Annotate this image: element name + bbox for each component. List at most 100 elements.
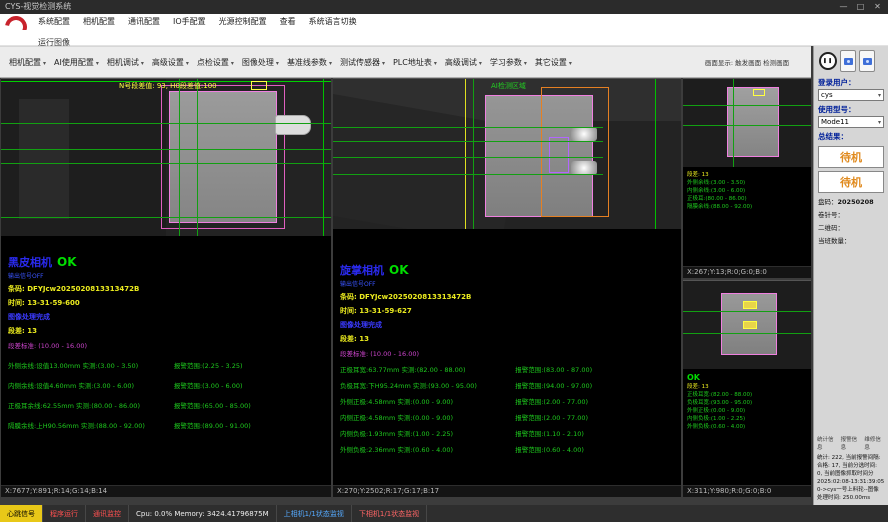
toolbar-plc-address[interactable]: PLC地址表 [389, 54, 441, 71]
pause-button[interactable]: ❚❚ [819, 52, 837, 70]
overlay-line [683, 125, 811, 126]
model-select[interactable]: Mode11 [818, 116, 884, 128]
preview-line: 内侧负极:(1.00 - 2.25) [687, 415, 807, 423]
chevron-down-icon [479, 58, 482, 67]
side-panel: ❚❚ 登录用户： cys 使用型号： Mode11 总结果： 待机 待机 盘码：… [813, 46, 888, 505]
close-icon[interactable]: ✕ [869, 0, 886, 14]
toolbar-label: 相机配置 [9, 57, 41, 68]
led-highlight [571, 127, 597, 141]
chevron-down-icon [569, 58, 572, 67]
camera-record-button[interactable] [859, 50, 875, 72]
menu-view[interactable]: 查看 [280, 14, 296, 30]
toolbar-image-processing[interactable]: 图像处理 [238, 54, 283, 71]
field-value: 20250208 [838, 198, 874, 206]
chevron-down-icon [43, 58, 46, 67]
stats-tab-statistics[interactable]: 统计信息 [817, 436, 838, 452]
overlay-line [473, 79, 474, 229]
toolbar-label: 高级调试 [445, 57, 477, 68]
preview-image[interactable] [683, 79, 811, 167]
measurement-row: 隔膜余线:上H90.56mm 实测:(88.00 - 92.00)报警范围:(8… [8, 420, 327, 430]
camera-icon [863, 58, 872, 65]
chevron-down-icon [276, 58, 279, 67]
toolbar-label: 测试传感器 [340, 57, 380, 68]
stats-tab-maintenance[interactable]: 维修信息 [864, 436, 885, 452]
menu-light-config[interactable]: 光源控制配置 [219, 14, 267, 30]
heartbeat-indicator: 心跳信号 [0, 505, 43, 522]
right-camera-image[interactable]: AI检测区域 [333, 79, 681, 229]
measurement-value: 内侧余线:设值4.60mm 实测:(3.00 - 6.00) [8, 380, 174, 390]
login-user-label: 登录用户： [814, 74, 888, 89]
measurement-row: 外侧正极:4.58mm 实测:(0.00 - 9.00)报警范围:(2.00 -… [340, 396, 677, 406]
overlay-line [683, 333, 811, 334]
menu-io-config[interactable]: IO手配置 [173, 14, 206, 30]
field-shift-count: 当班数量： [814, 232, 888, 245]
toolbar-test-sensor[interactable]: 测试传感器 [336, 54, 389, 71]
chevron-down-icon [524, 58, 527, 67]
model-label: 使用型号： [814, 101, 888, 116]
measurement-row: 内侧余线:设值4.60mm 实测:(3.00 - 6.00)报警范围:(3.00… [8, 380, 327, 390]
alarm-range: 报警范围:(2.00 - 77.00) [515, 396, 588, 406]
camera-title: 黑皮相机 [8, 254, 52, 270]
overlay-box-yellow [753, 89, 765, 96]
measurement-value: 内侧负极:1.93mm 实测:(1.00 - 2.25) [340, 428, 515, 438]
preview-line: 外侧余线:(3.00 - 3.50) [687, 179, 807, 187]
measurement-row: 正极耳余线:62.55mm 实测:(80.00 - 86.00)报警范围:(65… [8, 400, 327, 410]
preview-line: 负极耳宽:(93.00 - 95.00) [687, 399, 807, 407]
measurement-row: 内侧正极:4.58mm 实测:(0.00 - 9.00)报警范围:(2.00 -… [340, 412, 677, 422]
chevron-down-icon [329, 58, 332, 67]
field-reel-number: 卷针号： [814, 206, 888, 219]
overlay-box-yellow [743, 321, 757, 329]
menu-comm-config[interactable]: 通讯配置 [128, 14, 160, 30]
login-user-select[interactable]: cys [818, 89, 884, 101]
preview-readout: 段差: 13 外侧余线:(3.00 - 3.50) 内侧余线:(3.00 - 6… [683, 167, 811, 211]
menu-language-switch[interactable]: 系统语言切换 [309, 14, 357, 30]
toolbar-other-settings[interactable]: 其它设置 [531, 54, 576, 71]
toolbar-camera-debug[interactable]: 相机调试 [103, 54, 148, 71]
measurement-row: 负极耳宽:下H95.24mm 实测:(93.00 - 95.00)报警范围:(9… [340, 380, 677, 390]
measurement-value: 外侧负极:2.36mm 实测:(0.60 - 4.00) [340, 444, 515, 454]
toolbar-camera-config[interactable]: 相机配置 [5, 54, 50, 71]
stats-line: 2025:02:08-13:31:39:05 [817, 478, 885, 486]
preview-line: 段差: 13 [687, 171, 807, 179]
pause-icon: ❚❚ [823, 58, 833, 64]
time-line: 时间: 13-31-59-627 [340, 306, 677, 316]
menu-camera-config[interactable]: 相机配置 [83, 14, 115, 30]
chevron-down-icon [434, 58, 437, 67]
overlay-line [333, 174, 603, 175]
toolbar-label: 高级设置 [152, 57, 184, 68]
barcode-line: 条码: DFYJcw2025020813313472B [8, 284, 327, 294]
chevron-down-icon [878, 90, 881, 101]
toolbar-baseline-params[interactable]: 基准线参数 [283, 54, 336, 71]
chevron-down-icon [186, 58, 189, 67]
menu-system-config[interactable]: 系统配置 [38, 14, 70, 30]
toolbar-learning-params[interactable]: 学习参数 [486, 54, 531, 71]
overlay-line [465, 79, 466, 229]
program-run-indicator: 程序运行 [43, 505, 86, 522]
toolbar-label: 图像处理 [242, 57, 274, 68]
overlay-line [1, 217, 331, 218]
overlay-caption: AI检测区域 [491, 81, 526, 91]
toolbar-label: 其它设置 [535, 57, 567, 68]
preview-line: 内侧余线:(3.00 - 6.00) [687, 187, 807, 195]
preview-panel-top: 段差: 13 外侧余线:(3.00 - 3.50) 内侧余线:(3.00 - 6… [683, 78, 811, 278]
measurement-value: 正极耳宽:63.77mm 实测:(82.00 - 88.00) [340, 364, 515, 374]
toolbar-advanced-settings[interactable]: 高级设置 [148, 54, 193, 71]
maximize-icon[interactable]: □ [852, 0, 869, 14]
stats-line: 0, 当前图像抓取时间分 [817, 470, 885, 478]
alarm-range: 报警范围:(3.00 - 6.00) [174, 380, 243, 390]
left-camera-image[interactable]: N号段差值: 93, H0段差值:100 [1, 79, 331, 236]
alarm-range: 报警范围:(2.25 - 3.25) [174, 360, 243, 370]
stats-tab-alarm[interactable]: 报警信息 [841, 436, 862, 452]
preview-image[interactable] [683, 281, 811, 369]
gap-range-line: 段差标准: (10.00 - 16.00) [8, 340, 327, 350]
camera-snapshot-button[interactable] [840, 50, 856, 72]
toolbar-ai-config[interactable]: AI使用配置 [50, 54, 103, 71]
toolbar-spot-check[interactable]: 点检设置 [193, 54, 238, 71]
alarm-range: 报警范围:(94.00 - 97.00) [515, 380, 592, 390]
statistics-block: 统计信息 报警信息 维修信息 统计: 222, 当前报警间隔: 合格: 17, … [814, 436, 888, 502]
minimize-icon[interactable]: — [835, 0, 852, 14]
preview-panel-bottom: OK 段差: 13 正极耳宽:(82.00 - 88.00) 负极耳宽:(93.… [683, 280, 811, 497]
overlay-line [655, 79, 656, 229]
toolbar-advanced-debug[interactable]: 高级调试 [441, 54, 486, 71]
menu-bar: 系统配置 相机配置 通讯配置 IO手配置 光源控制配置 查看 系统语言切换 [0, 14, 888, 30]
